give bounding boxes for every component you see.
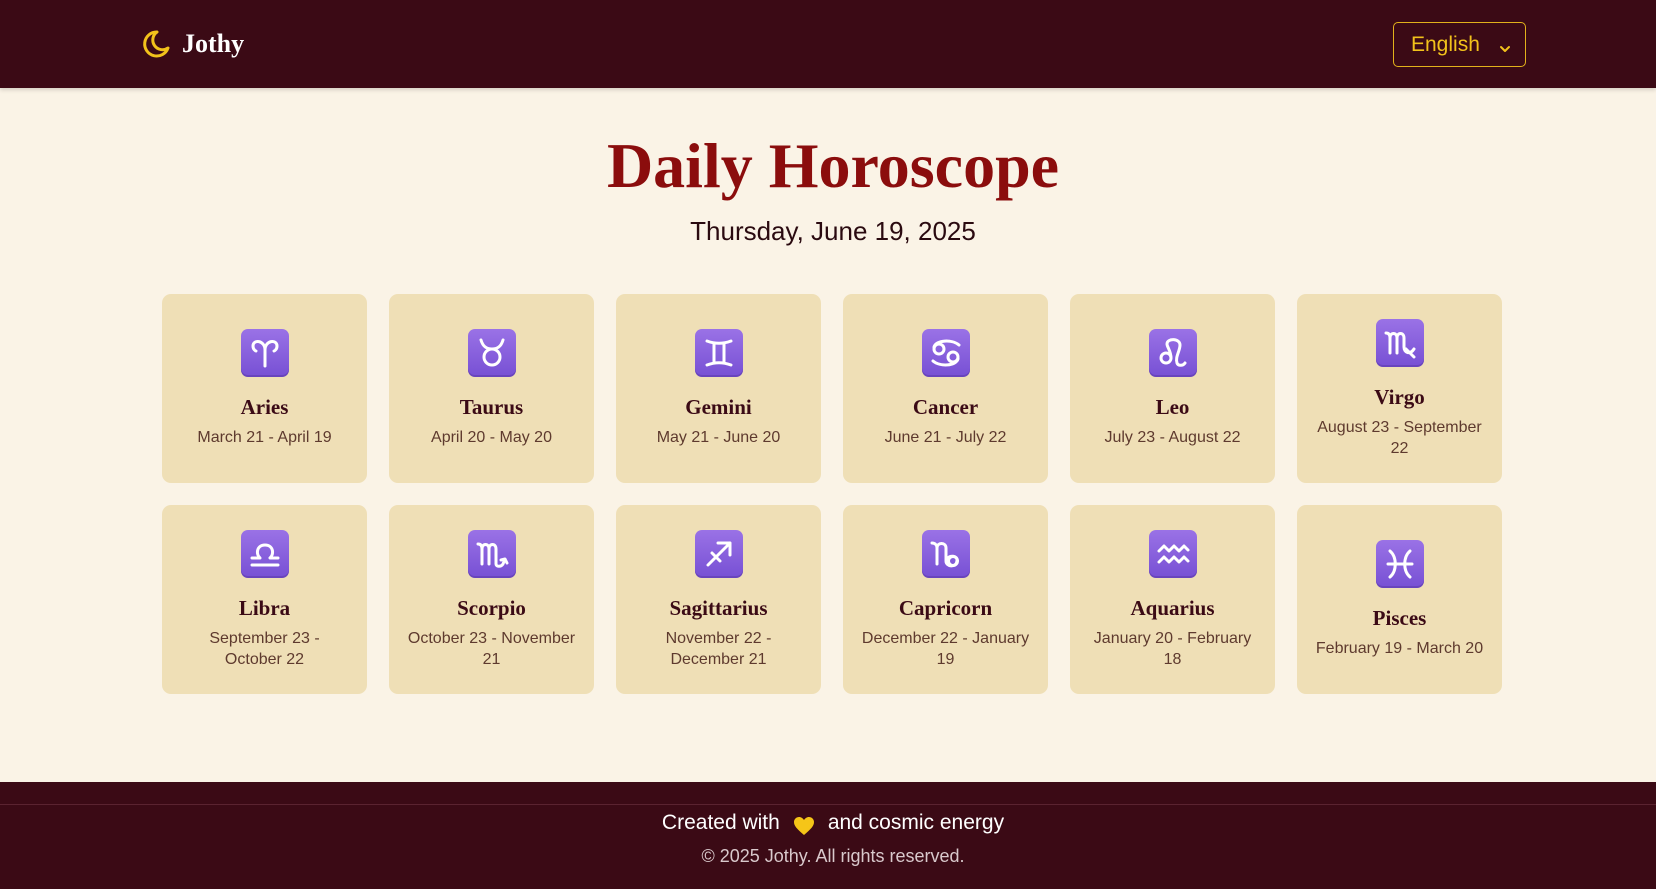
zodiac-name: Virgo <box>1374 384 1425 409</box>
heart-icon <box>793 813 815 835</box>
zodiac-dates: August 23 - September 22 <box>1317 418 1482 457</box>
site-footer: Created with and cosmic energy © 2025 Jo… <box>0 782 1656 889</box>
crescent-moon-icon <box>140 28 172 60</box>
zodiac-card-libra[interactable]: Libra September 23 - October 22 <box>162 505 367 694</box>
zodiac-dates: September 23 - October 22 <box>209 629 320 668</box>
aquarius-icon <box>1148 529 1197 578</box>
libra-icon <box>240 529 289 578</box>
zodiac-name: Sagittarius <box>669 595 768 620</box>
footer-created-suffix: and cosmic energy <box>827 811 1005 834</box>
zodiac-name: Gemini <box>685 395 752 419</box>
zodiac-name: Capricorn <box>898 595 993 620</box>
zodiac-dates: December 22 - January 19 <box>861 629 1030 668</box>
footer-created-prefix: Created with <box>661 811 780 834</box>
zodiac-card-cancer[interactable]: Cancer June 21 - July 22 <box>843 294 1048 483</box>
gemini-icon <box>694 329 743 377</box>
zodiac-dates: November 22 - December 21 <box>665 629 772 668</box>
language-select-value: English <box>1411 32 1480 56</box>
footer-divider <box>0 804 1656 805</box>
cancer-icon <box>921 329 970 377</box>
zodiac-dates: October 23 - November 21 <box>407 629 576 668</box>
zodiac-dates: May 21 - June 20 <box>656 429 781 446</box>
zodiac-name: Taurus <box>459 395 524 419</box>
zodiac-card-scorpio[interactable]: Scorpio October 23 - November 21 <box>389 505 594 694</box>
zodiac-name: Aries <box>240 395 289 419</box>
zodiac-card-pisces[interactable]: Pisces February 19 - March 20 <box>1297 505 1502 694</box>
zodiac-dates: June 21 - July 22 <box>884 429 1007 446</box>
virgo-icon <box>1375 318 1424 367</box>
zodiac-card-virgo[interactable]: Virgo August 23 - September 22 <box>1297 294 1502 483</box>
footer-copyright: © 2025 Jothy. All rights reserved. <box>701 846 965 866</box>
zodiac-dates: July 23 - August 22 <box>1104 429 1241 446</box>
zodiac-dates: January 20 - February 18 <box>1093 629 1252 668</box>
zodiac-card-sagittarius[interactable]: Sagittarius November 22 - December 21 <box>616 505 821 694</box>
chevron-down-icon <box>1498 38 1512 52</box>
zodiac-card-gemini[interactable]: Gemini May 21 - June 20 <box>616 294 821 483</box>
sagittarius-icon <box>694 529 743 578</box>
zodiac-card-leo[interactable]: Leo July 23 - August 22 <box>1070 294 1275 483</box>
pisces-icon <box>1375 540 1424 588</box>
zodiac-name: Scorpio <box>457 595 526 620</box>
current-date: Thursday, June 19, 2025 <box>690 216 976 246</box>
zodiac-name: Pisces <box>1372 606 1427 630</box>
zodiac-name: Cancer <box>912 395 979 419</box>
zodiac-dates: March 21 - April 19 <box>197 429 332 446</box>
zodiac-card-aquarius[interactable]: Aquarius January 20 - February 18 <box>1070 505 1275 694</box>
zodiac-card-taurus[interactable]: Taurus April 20 - May 20 <box>389 294 594 483</box>
zodiac-name: Leo <box>1155 395 1190 419</box>
zodiac-grid: Aries March 21 - April 19 Taurus April 2… <box>162 294 1502 694</box>
zodiac-dates: April 20 - May 20 <box>431 429 552 446</box>
aries-icon <box>240 329 289 377</box>
zodiac-name: Aquarius <box>1130 595 1215 620</box>
zodiac-name: Libra <box>238 595 291 620</box>
brand-logo-link[interactable]: Jothy <box>140 26 244 62</box>
leo-icon <box>1148 329 1197 377</box>
zodiac-card-aries[interactable]: Aries March 21 - April 19 <box>162 294 367 483</box>
zodiac-dates: February 19 - March 20 <box>1315 640 1484 657</box>
language-select[interactable]: English <box>1393 22 1526 67</box>
footer-tagline: Created with and cosmic energy <box>0 806 1656 840</box>
taurus-icon <box>467 329 516 377</box>
top-navbar: Jothy English <box>0 0 1656 88</box>
brand-name: Jothy <box>182 29 245 58</box>
scorpio-icon <box>467 529 516 578</box>
page-title: Daily Horoscope <box>606 130 1060 201</box>
zodiac-card-capricorn[interactable]: Capricorn December 22 - January 19 <box>843 505 1048 694</box>
capricorn-icon <box>921 529 970 578</box>
